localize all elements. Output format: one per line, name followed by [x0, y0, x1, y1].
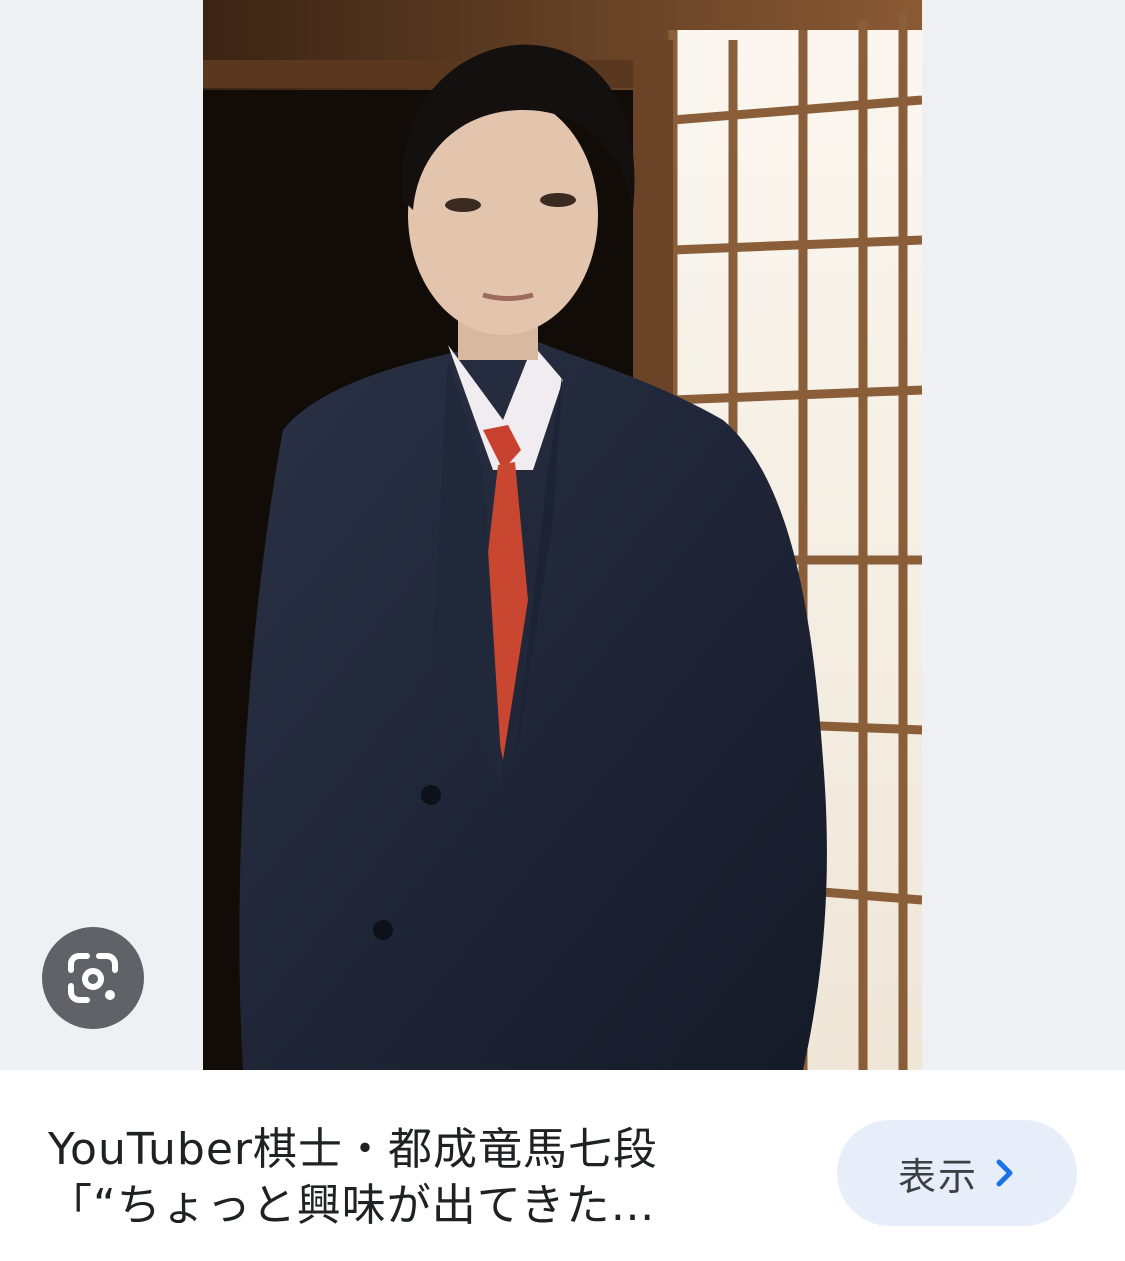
google-lens-icon [68, 953, 118, 1003]
image-preview-panel [0, 0, 1125, 1070]
photo-illustration [203, 0, 922, 1070]
result-title-line2: 「“ちょっと興味が出てきた… [48, 1180, 656, 1231]
result-caption-area: YouTuber棋士・都成竜馬七段 「“ちょっと興味が出てきた… 表示 [0, 1070, 1125, 1261]
preview-photo[interactable] [203, 0, 922, 1070]
result-title-line1: YouTuber棋士・都成竜馬七段 [48, 1124, 659, 1175]
show-button-label: 表示 [897, 1154, 978, 1199]
google-lens-button[interactable] [42, 927, 144, 1029]
chevron-right-icon [996, 1159, 1013, 1187]
result-title[interactable]: YouTuber棋士・都成竜馬七段 「“ちょっと興味が出てきた… [48, 1122, 788, 1234]
show-button[interactable]: 表示 [837, 1120, 1077, 1226]
